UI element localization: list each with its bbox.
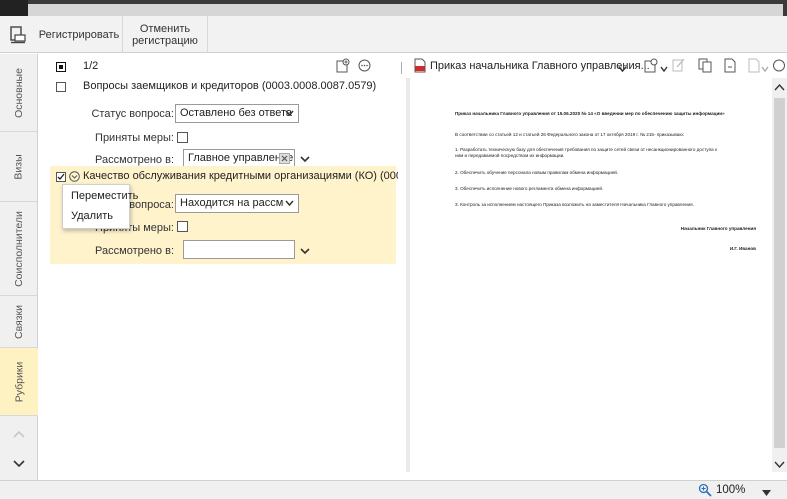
tab-label: Соисполнители bbox=[13, 210, 26, 287]
doc-item-4: 3. Контроль за исполнением настоящего Пр… bbox=[455, 202, 694, 207]
doc-heading: Приказ начальника Главного управления от… bbox=[455, 111, 725, 116]
chevron-down-icon bbox=[285, 107, 294, 119]
menu-item-delete[interactable]: Удалить bbox=[71, 210, 113, 222]
tab-label: Визы bbox=[12, 153, 25, 180]
tab-label: Основные bbox=[13, 67, 26, 118]
tab-label: Связки bbox=[12, 304, 25, 339]
rubrics-panel: 1/2 Вопросы заемщиков и кредиторов (0003… bbox=[38, 54, 439, 480]
add-file-chevron-icon[interactable] bbox=[660, 63, 668, 75]
reviewed-field-2[interactable] bbox=[183, 240, 295, 259]
document-actions-icon[interactable] bbox=[748, 58, 760, 76]
add-file-icon[interactable] bbox=[644, 58, 658, 76]
toolbar: Регистрировать Отменить регистрацию bbox=[0, 16, 787, 53]
scrollbar-thumb[interactable] bbox=[774, 98, 785, 448]
measures-checkbox[interactable] bbox=[177, 132, 188, 143]
doc-item-2: 2. Обеспечить обучение персонала новым п… bbox=[455, 170, 619, 175]
cancel-label-line2: регистрацию bbox=[132, 34, 198, 47]
zoom-dropdown-icon[interactable] bbox=[762, 487, 771, 499]
tab-svyazki[interactable]: Связки bbox=[0, 296, 38, 348]
cancel-registration-label: Отменить регистрацию bbox=[132, 23, 198, 47]
doc-signer-title: Начальник Главного управления bbox=[680, 226, 756, 231]
scroll-down-icon[interactable] bbox=[0, 448, 38, 480]
tab-rubriki[interactable]: Рубрики bbox=[0, 348, 38, 416]
collapse-icon[interactable] bbox=[69, 171, 80, 185]
status-select-2[interactable]: Находится на рассмот bbox=[175, 194, 299, 213]
status-label: Статус вопроса: bbox=[91, 108, 174, 120]
document-more-icon[interactable] bbox=[772, 59, 786, 75]
menu-item-move[interactable]: Переместить bbox=[71, 190, 138, 202]
tab-vizy[interactable]: Визы bbox=[0, 132, 38, 202]
document-scrollbar[interactable] bbox=[772, 78, 787, 472]
document-page: Приказ начальника Главного управления от… bbox=[410, 78, 772, 472]
doc-intro: В соответствии со статьей 12 и статьей 2… bbox=[455, 132, 685, 137]
actions-chevron-icon[interactable] bbox=[761, 63, 769, 75]
sidebar: Основные Визы Соисполнители Связки Рубри… bbox=[0, 54, 38, 480]
question-1-checkbox[interactable] bbox=[56, 82, 66, 92]
edit-icon[interactable] bbox=[672, 58, 685, 75]
tab-label: Рубрики bbox=[13, 361, 25, 402]
rubrics-header: 1/2 bbox=[38, 54, 398, 78]
register-button-label: Регистрировать bbox=[38, 28, 120, 41]
more-options-icon[interactable] bbox=[358, 59, 371, 75]
reviewed-label-2: Рассмотрено в: bbox=[95, 245, 174, 257]
app-corner bbox=[0, 0, 28, 16]
compare-icon[interactable] bbox=[698, 58, 712, 76]
document-viewer[interactable]: Приказ начальника Главного управления от… bbox=[406, 78, 772, 472]
reviewed-value: Главное управление bbox=[188, 152, 294, 164]
doc-item-3: 3. Обеспечить исполнение нового регламен… bbox=[455, 186, 604, 191]
cancel-registration-button[interactable]: Отменить регистрацию bbox=[122, 16, 208, 53]
document-toolbar: Приказ начальника Главного управления... bbox=[406, 54, 787, 78]
status-select-value-2: Находится на рассмот bbox=[180, 197, 295, 209]
add-rubric-icon[interactable] bbox=[336, 58, 350, 76]
status-select[interactable]: Оставлено без ответа bbox=[175, 104, 299, 123]
context-menu: Переместить Удалить bbox=[62, 184, 138, 229]
scroll-down-icon[interactable] bbox=[774, 460, 785, 472]
doc-item-1: 1. Разработать техническую базу для обес… bbox=[455, 147, 718, 158]
reviewed-dropdown-icon-2[interactable] bbox=[300, 246, 310, 258]
splitter-handle bbox=[401, 62, 402, 74]
select-all-checkbox[interactable] bbox=[56, 62, 66, 72]
measures-label: Приняты меры: bbox=[95, 132, 174, 144]
status-select-value: Оставлено без ответа bbox=[180, 107, 293, 119]
clear-icon[interactable] bbox=[279, 153, 290, 164]
document-select-chevron-icon[interactable] bbox=[618, 63, 627, 75]
panel-splitter[interactable] bbox=[398, 54, 406, 480]
reviewed-dropdown-icon[interactable] bbox=[300, 154, 310, 166]
scroll-up-icon[interactable] bbox=[0, 418, 38, 450]
expand-icon[interactable] bbox=[724, 58, 736, 76]
question-1-title: Вопросы заемщиков и кредиторов (0003.000… bbox=[83, 80, 377, 92]
document-title[interactable]: Приказ начальника Главного управления... bbox=[430, 60, 650, 72]
status-bar: 100% bbox=[0, 480, 787, 499]
question-2-checkbox[interactable] bbox=[56, 172, 66, 182]
zoom-icon[interactable] bbox=[698, 483, 712, 499]
doc-signer-name: И.Г. Иванов bbox=[729, 246, 756, 251]
chevron-down-icon bbox=[284, 197, 294, 209]
window-top-strip bbox=[0, 0, 787, 16]
register-button[interactable]: Регистрировать bbox=[38, 16, 120, 53]
tab-strip bbox=[28, 4, 783, 16]
measures-checkbox-2[interactable] bbox=[177, 221, 188, 232]
tab-soispolniteli[interactable]: Соисполнители bbox=[0, 202, 38, 296]
pdf-icon bbox=[414, 58, 426, 76]
scroll-up-icon[interactable] bbox=[774, 82, 785, 94]
rubric-counter: 1/2 bbox=[83, 60, 99, 72]
reviewed-label: Рассмотрено в: bbox=[95, 154, 174, 166]
tab-osnovnye[interactable]: Основные bbox=[0, 54, 38, 132]
register-document-icon[interactable] bbox=[10, 26, 26, 44]
cancel-label-line1: Отменить bbox=[139, 22, 191, 35]
question-2-title: Качество обслуживания кредитными организ… bbox=[83, 170, 439, 182]
zoom-value: 100% bbox=[716, 484, 746, 496]
